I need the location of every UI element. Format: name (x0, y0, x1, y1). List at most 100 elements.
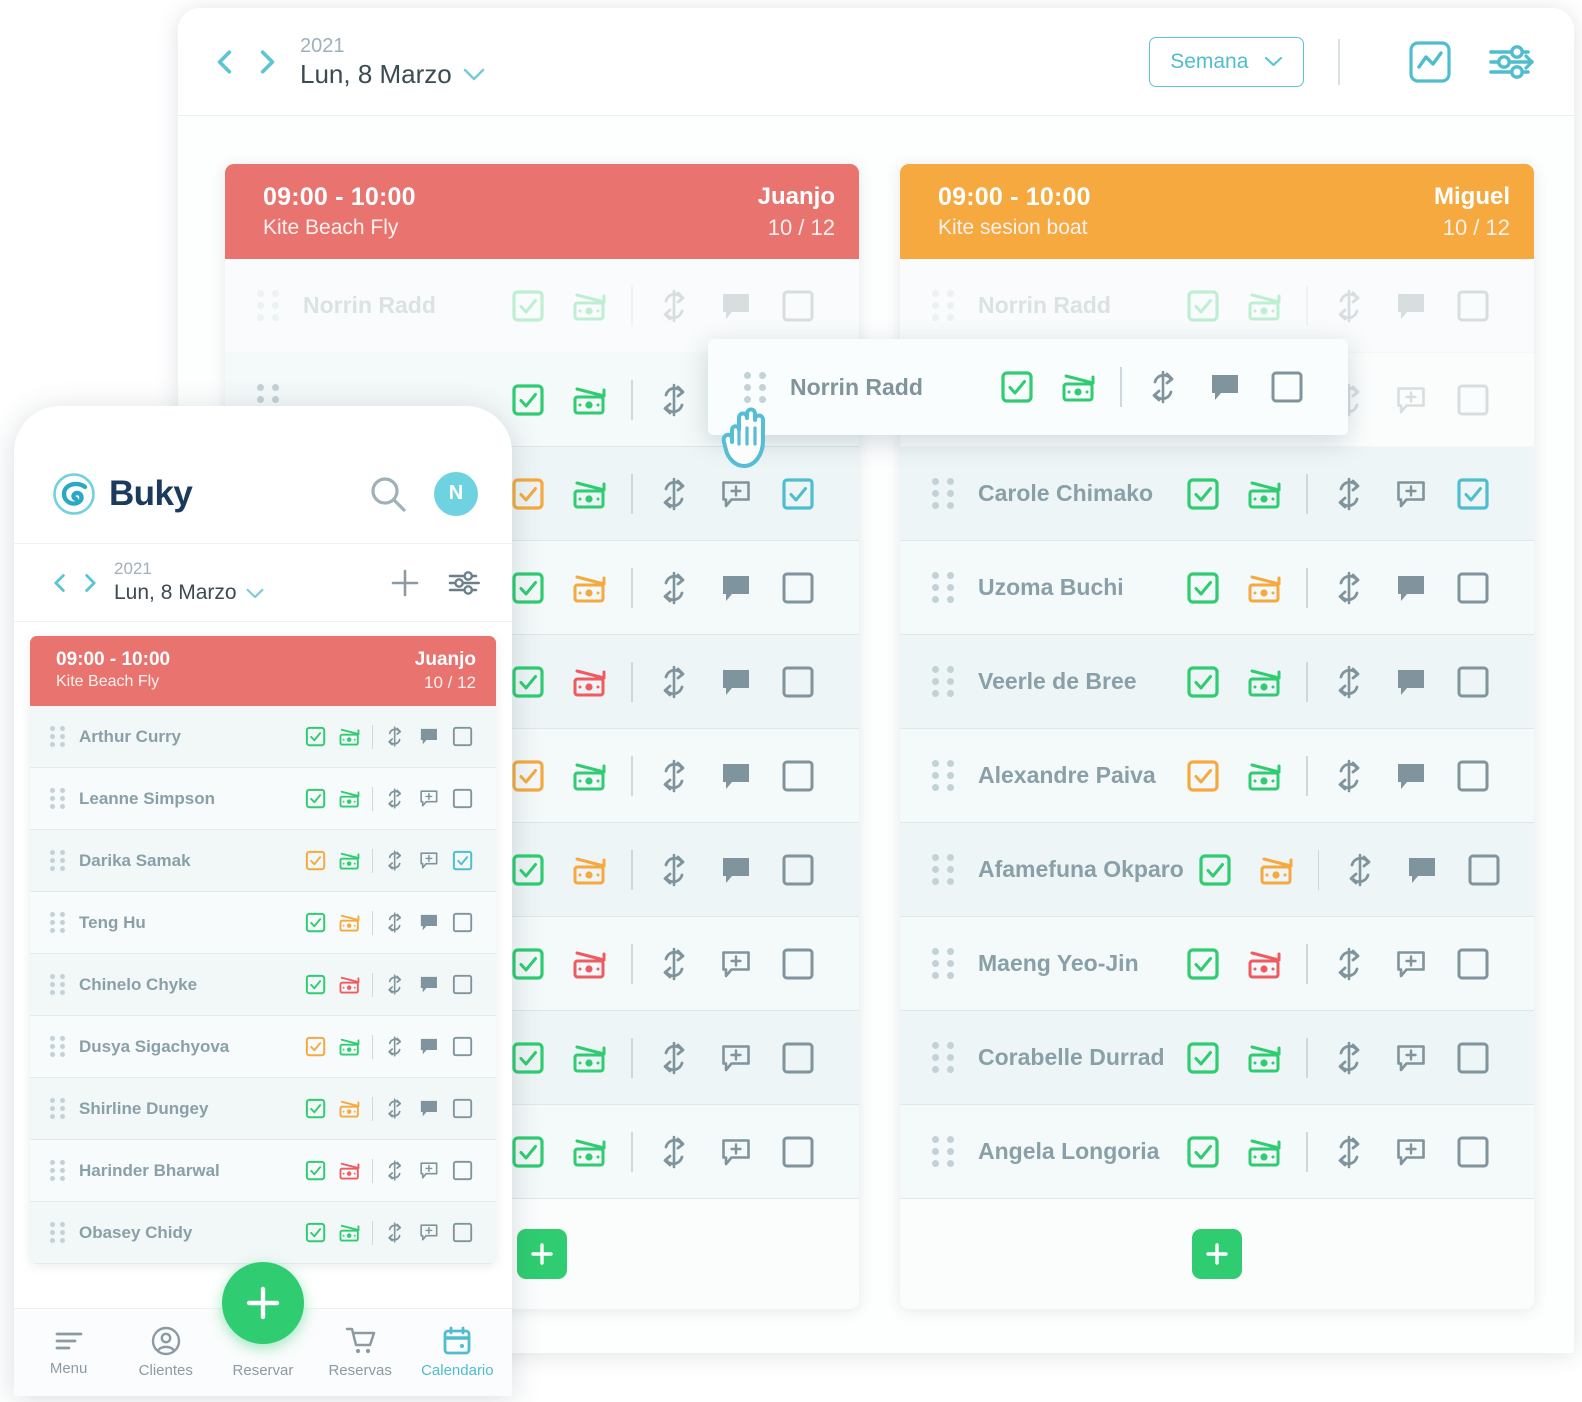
plus-icon[interactable] (388, 566, 422, 600)
attendance-checkbox-icon[interactable] (511, 665, 545, 699)
repeat-booking-icon[interactable] (1335, 665, 1363, 699)
attendance-checkbox-icon[interactable] (305, 788, 326, 809)
repeat-booking-icon[interactable] (660, 665, 688, 699)
repeat-booking-icon[interactable] (386, 726, 403, 747)
row-select-checkbox-icon[interactable] (1456, 1041, 1490, 1075)
attendee-row[interactable]: Shirline Dungey (30, 1078, 496, 1140)
row-select-checkbox-icon[interactable] (1456, 759, 1490, 793)
add-comment-icon[interactable] (419, 789, 439, 808)
row-select-checkbox-icon[interactable] (452, 912, 473, 933)
payment-status-icon[interactable] (1246, 665, 1284, 699)
drag-handle-icon[interactable] (50, 1222, 65, 1243)
payment-status-icon[interactable] (1246, 759, 1284, 793)
add-attendee-button[interactable] (1192, 1229, 1242, 1279)
attendance-checkbox-icon[interactable] (305, 850, 326, 871)
attendance-checkbox-icon[interactable] (511, 1041, 545, 1075)
repeat-booking-icon[interactable] (1335, 1135, 1363, 1169)
prev-week-icon[interactable] (212, 49, 238, 75)
repeat-booking-icon[interactable] (386, 850, 403, 871)
drag-handle-icon[interactable] (50, 912, 65, 933)
repeat-booking-icon[interactable] (660, 571, 688, 605)
row-select-checkbox-icon[interactable] (781, 853, 815, 887)
row-select-checkbox-icon[interactable] (781, 477, 815, 511)
payment-status-icon[interactable] (571, 1135, 609, 1169)
comment-filled-icon[interactable] (1395, 291, 1427, 321)
drag-handle-icon[interactable] (932, 572, 954, 603)
attendee-row[interactable]: Maeng Yeo-Jin (900, 917, 1534, 1011)
attendance-checkbox-icon[interactable] (1186, 665, 1220, 699)
attendance-checkbox-icon[interactable] (511, 1135, 545, 1169)
repeat-booking-icon[interactable] (386, 1036, 403, 1057)
bottom-nav-item-reservas[interactable]: Reservas (317, 1326, 403, 1379)
payment-status-icon[interactable] (338, 726, 362, 747)
payment-status-icon[interactable] (571, 571, 609, 605)
drag-handle-icon[interactable] (932, 948, 954, 979)
payment-status-icon[interactable] (338, 1036, 362, 1057)
attendee-row[interactable]: Afamefuna Okparo (900, 823, 1534, 917)
repeat-booking-icon[interactable] (1335, 571, 1363, 605)
add-comment-icon[interactable] (720, 1043, 752, 1073)
repeat-booking-icon[interactable] (1335, 1041, 1363, 1075)
drag-handle-icon[interactable] (932, 1042, 954, 1073)
comment-filled-icon[interactable] (419, 913, 439, 932)
add-comment-icon[interactable] (720, 1137, 752, 1167)
add-comment-icon[interactable] (419, 1223, 439, 1242)
add-comment-icon[interactable] (1395, 1137, 1427, 1167)
drag-handle-icon[interactable] (50, 788, 65, 809)
drag-handle-icon[interactable] (257, 290, 279, 321)
comment-filled-icon[interactable] (720, 667, 752, 697)
repeat-booking-icon[interactable] (1335, 477, 1363, 511)
attendance-checkbox-icon[interactable] (1198, 853, 1232, 887)
attendee-row[interactable]: Arthur Curry (30, 706, 496, 768)
repeat-booking-icon[interactable] (660, 477, 688, 511)
add-comment-icon[interactable] (419, 1161, 439, 1180)
attendance-checkbox-icon[interactable] (511, 947, 545, 981)
payment-status-icon[interactable] (338, 1160, 362, 1181)
row-select-checkbox-icon[interactable] (452, 1160, 473, 1181)
row-select-checkbox-icon[interactable] (452, 1222, 473, 1243)
comment-filled-icon[interactable] (720, 761, 752, 791)
row-select-checkbox-icon[interactable] (452, 726, 473, 747)
repeat-booking-icon[interactable] (386, 1222, 403, 1243)
sliders-icon[interactable] (446, 569, 482, 597)
add-comment-icon[interactable] (720, 949, 752, 979)
drag-handle-icon[interactable] (932, 760, 954, 791)
repeat-booking-icon[interactable] (1335, 947, 1363, 981)
payment-status-icon[interactable] (338, 1098, 362, 1119)
comment-filled-icon[interactable] (720, 855, 752, 885)
attendance-checkbox-icon[interactable] (305, 1098, 326, 1119)
add-comment-icon[interactable] (720, 479, 752, 509)
comment-filled-icon[interactable] (1406, 855, 1438, 885)
repeat-booking-icon[interactable] (1335, 289, 1363, 323)
drag-handle-icon[interactable] (50, 850, 65, 871)
attendance-checkbox-icon[interactable] (1000, 370, 1034, 404)
drag-handle-icon[interactable] (50, 1160, 65, 1181)
row-select-checkbox-icon[interactable] (781, 289, 815, 323)
row-select-checkbox-icon[interactable] (1467, 853, 1501, 887)
payment-status-icon[interactable] (571, 947, 609, 981)
session-card-header[interactable]: 09:00 - 10:00 Kite Beach Fly Juanjo 10 /… (225, 164, 859, 259)
payment-status-icon[interactable] (1246, 947, 1284, 981)
repeat-booking-icon[interactable] (386, 1098, 403, 1119)
attendance-checkbox-icon[interactable] (1186, 947, 1220, 981)
attendee-row[interactable]: Corabelle Durrad (900, 1011, 1534, 1105)
attendee-row[interactable]: Uzoma Buchi (900, 541, 1534, 635)
attendance-checkbox-icon[interactable] (305, 726, 326, 747)
payment-status-icon[interactable] (338, 974, 362, 995)
attendance-checkbox-icon[interactable] (1186, 289, 1220, 323)
row-select-checkbox-icon[interactable] (781, 1135, 815, 1169)
row-select-checkbox-icon[interactable] (1456, 947, 1490, 981)
payment-status-icon[interactable] (1246, 1135, 1284, 1169)
attendee-row[interactable]: Angela Longoria (900, 1105, 1534, 1199)
row-select-checkbox-icon[interactable] (452, 974, 473, 995)
payment-status-icon[interactable] (571, 477, 609, 511)
payment-status-icon[interactable] (1246, 571, 1284, 605)
row-select-checkbox-icon[interactable] (1456, 1135, 1490, 1169)
attendance-checkbox-icon[interactable] (511, 477, 545, 511)
sliders-icon[interactable] (1486, 42, 1536, 82)
attendance-checkbox-icon[interactable] (305, 1036, 326, 1057)
row-select-checkbox-icon[interactable] (1456, 383, 1490, 417)
repeat-booking-icon[interactable] (660, 1135, 688, 1169)
add-comment-icon[interactable] (1395, 949, 1427, 979)
add-comment-icon[interactable] (419, 851, 439, 870)
